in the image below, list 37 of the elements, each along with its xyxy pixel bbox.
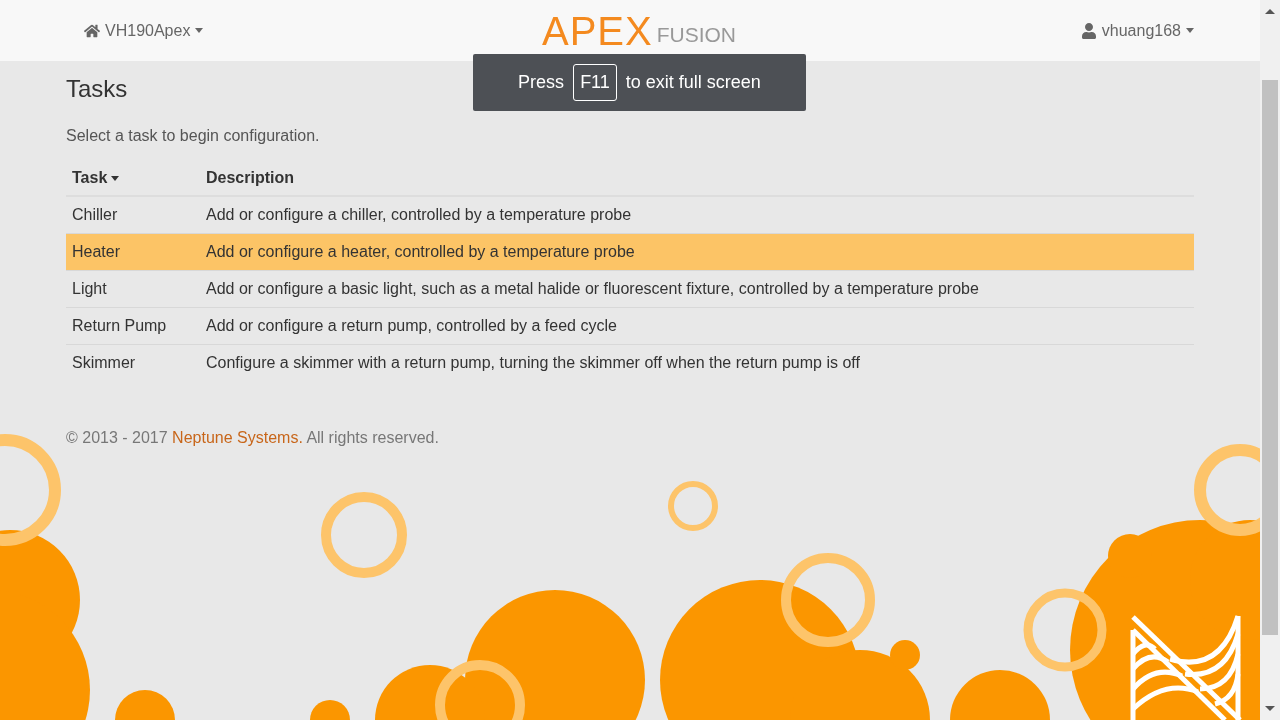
page-subtitle: Select a task to begin configuration. [66, 127, 321, 145]
copyright-text: © 2013 - 2017 Neptune Systems. All rights reserved. [66, 429, 440, 447]
task-name: Heater [72, 243, 121, 260]
user-menu[interactable]: vhuang168 [1080, 21, 1194, 40]
task-row[interactable]: Chiller Add or configure a chiller, controlled by a temperature probe [66, 196, 1194, 234]
task-row[interactable]: Return Pump Add or configure a return pump, controlled by a feed cycle [66, 307, 1194, 345]
task-description: Add or configure a heater, controlled by a temperature probe [206, 243, 635, 260]
task-description: Add or configure a basic light, such as a metal halide or fluorescent fixture, controlled by a temperature probe [206, 280, 979, 297]
notice-text: to exit full screen [625, 72, 761, 93]
home-icon [84, 22, 100, 39]
task-row[interactable]: Heater Add or configure a heater, controlled by a temperature probe [66, 233, 1194, 271]
scroll-down-icon[interactable] [1265, 706, 1275, 711]
task-name: Skimmer [72, 354, 136, 371]
page-title: Tasks [66, 75, 128, 103]
scrollbar[interactable] [1260, 0, 1280, 720]
logo-subtext: FUSION [656, 21, 737, 48]
caret-icon [195, 28, 204, 33]
brand-logo-icon [1130, 614, 1242, 720]
task-description: Add or configure a chiller, controlled by a temperature probe [206, 206, 632, 223]
scrollbar-thumb[interactable] [1262, 80, 1278, 635]
column-header[interactable]: Task [72, 169, 120, 187]
device-menu[interactable]: VH190Apex [84, 21, 204, 40]
key-label: F11 [573, 64, 617, 101]
task-description: Add or configure a return pump, controlled by a feed cycle [206, 317, 617, 334]
task-description: Configure a skimmer with a return pump, turning the skimmer off when the return pump is off [206, 354, 860, 371]
scroll-up-icon[interactable] [1265, 9, 1275, 14]
caret-icon [1186, 28, 1194, 33]
task-name: Chiller [72, 206, 118, 223]
sort-caret-icon [111, 175, 120, 181]
task-name: Return Pump [72, 317, 167, 334]
task-name: Light [72, 280, 107, 297]
task-row[interactable]: Light Add or configure a basic light, such as a metal halide or fluorescent fixture, controlled by a temperature probe [66, 270, 1194, 308]
column-header[interactable]: Description [206, 169, 294, 187]
task-row[interactable]: Skimmer Configure a skimmer with a return pump, turning the skimmer off when the return pump is off [66, 344, 1194, 381]
logo-text: APEX [541, 10, 653, 51]
user-icon [1080, 22, 1097, 39]
notice-text: Press [518, 72, 565, 93]
